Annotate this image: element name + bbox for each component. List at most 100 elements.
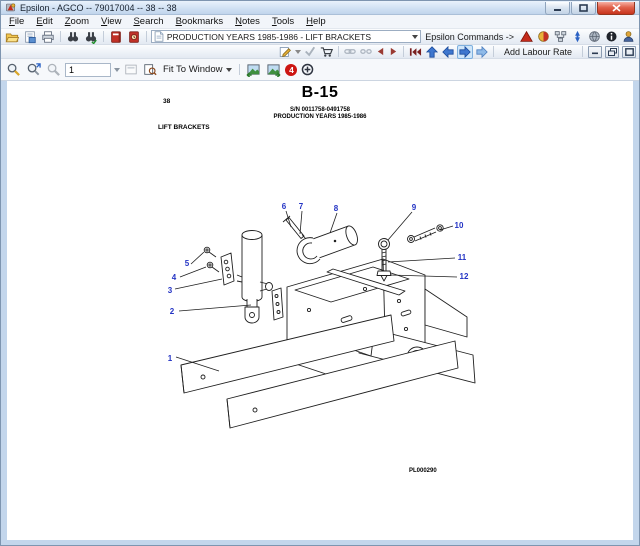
cart-icon[interactable]: [319, 46, 334, 58]
first-page-icon[interactable]: [408, 47, 423, 57]
page-back-icon[interactable]: [441, 46, 455, 58]
window-title: Epsilon - AGCO -- 79017004 -- 38 -- 38: [20, 3, 177, 13]
callout-2[interactable]: 2: [170, 307, 175, 316]
document-selector[interactable]: PRODUCTION YEARS 1985-1986 - LIFT BRACKE…: [151, 30, 421, 43]
menu-edit[interactable]: Edit: [30, 16, 58, 27]
callout-3[interactable]: 3: [168, 286, 173, 295]
alert-triangle-icon[interactable]: [519, 30, 534, 43]
add-labour-rate-button[interactable]: Add Labour Rate: [498, 47, 578, 57]
find-icon[interactable]: [65, 30, 81, 44]
zoom-select-disabled-icon: [45, 62, 62, 77]
link-icon[interactable]: [343, 46, 357, 57]
notes-book-icon[interactable]: [108, 30, 124, 44]
menu-bookmarks[interactable]: Bookmarks: [170, 16, 230, 27]
add-icon[interactable]: [300, 63, 315, 76]
page-dropdown-icon[interactable]: [114, 68, 120, 72]
document-selector-value: PRODUCTION YEARS 1985-1986 - LIFT BRACKE…: [167, 32, 409, 42]
menu-tools[interactable]: Tools: [266, 16, 300, 27]
history-book-icon[interactable]: [126, 30, 142, 44]
open-icon[interactable]: [4, 30, 20, 44]
epsilon-commands-label: Epsilon Commands ->: [425, 32, 514, 42]
mdi-restore-button[interactable]: [605, 46, 619, 58]
zoom-dynamic-icon[interactable]: [25, 62, 42, 77]
main-toolbar: PRODUCTION YEARS 1985-1986 - LIFT BRACKE…: [1, 29, 639, 45]
toolbar-separator: [60, 31, 61, 42]
info-icon[interactable]: [604, 30, 619, 43]
next-red-icon[interactable]: [388, 47, 399, 56]
hierarchy-icon[interactable]: [553, 30, 568, 43]
ref-number: 38: [163, 98, 170, 105]
apply-check-icon[interactable]: [303, 46, 317, 57]
page-forward-icon[interactable]: [457, 45, 473, 59]
image-next-icon[interactable]: [265, 63, 282, 77]
view-toolbar: Fit To Window 4: [1, 59, 639, 81]
notification-badge[interactable]: 4: [285, 64, 297, 76]
page-code: B-15: [7, 84, 633, 102]
toolbar-separator: [493, 46, 494, 57]
app-window: Epsilon - AGCO -- 79017004 -- 38 -- 38 F…: [0, 0, 640, 546]
toolbar-separator: [239, 64, 240, 75]
page-number-input[interactable]: [65, 63, 111, 77]
prev-red-icon[interactable]: [375, 47, 386, 56]
web-browser-icon[interactable]: [587, 30, 602, 43]
callout-7[interactable]: 7: [299, 202, 304, 211]
mdi-minimize-button[interactable]: [588, 46, 602, 58]
toolbar-separator: [146, 31, 147, 42]
export-icon[interactable]: [22, 30, 38, 44]
serial-range: S/N 0011758-0491758: [7, 107, 633, 113]
user-icon[interactable]: [621, 30, 636, 43]
find-again-icon[interactable]: [83, 30, 99, 44]
menu-search[interactable]: Search: [127, 16, 169, 27]
document-page-icon: [154, 31, 164, 42]
view-mode-disabled-icon: [123, 63, 139, 76]
menu-view[interactable]: View: [95, 16, 127, 27]
image-back-icon[interactable]: [245, 63, 262, 77]
callout-8[interactable]: 8: [334, 204, 339, 213]
menu-file[interactable]: File: [3, 16, 30, 27]
menu-zoom[interactable]: Zoom: [59, 16, 95, 27]
production-years: PRODUCTION YEARS 1985-1986: [7, 114, 633, 120]
callout-5[interactable]: 5: [185, 259, 190, 268]
zoom-page-icon[interactable]: [142, 63, 158, 76]
zoom-icon[interactable]: [5, 62, 22, 77]
menu-bar: File Edit Zoom View Search Bookmarks Not…: [1, 15, 639, 29]
transfer-arrows-icon[interactable]: [570, 30, 585, 43]
annotate-dropdown-icon[interactable]: [295, 50, 301, 54]
close-button[interactable]: [597, 2, 635, 15]
document-viewer[interactable]: B-15 38 S/N 0011758-0491758 PRODUCTION Y…: [7, 81, 633, 540]
toolbar-separator: [582, 46, 583, 57]
zoom-mode-select[interactable]: Fit To Window: [161, 64, 234, 75]
menu-notes[interactable]: Notes: [229, 16, 266, 27]
section-title: LIFT BRACKETS: [158, 124, 210, 131]
part-frame-rails: [181, 315, 475, 428]
callout-6[interactable]: 6: [282, 202, 287, 211]
maximize-button[interactable]: [571, 2, 596, 15]
zoom-mode-value: Fit To Window: [163, 64, 222, 75]
annotate-icon[interactable]: [278, 46, 293, 58]
part-bushing: [297, 224, 360, 263]
last-forward-icon[interactable]: [475, 46, 489, 58]
toolbar-separator: [103, 31, 104, 42]
parts-sphere-icon[interactable]: [536, 30, 551, 43]
callout-9[interactable]: 9: [412, 203, 417, 212]
mdi-maximize-button[interactable]: [622, 46, 636, 58]
app-icon: [5, 2, 16, 13]
title-bar: Epsilon - AGCO -- 79017004 -- 38 -- 38: [1, 1, 639, 15]
unlink-icon[interactable]: [359, 46, 373, 57]
callout-12[interactable]: 12: [460, 272, 469, 281]
chevron-down-icon: [412, 35, 418, 39]
minimize-button[interactable]: [545, 2, 570, 15]
callout-4[interactable]: 4: [172, 273, 177, 282]
callout-11[interactable]: 11: [458, 253, 467, 262]
callout-10[interactable]: 10: [455, 221, 464, 230]
part-bolt: [408, 225, 444, 243]
print-icon[interactable]: [40, 30, 56, 44]
page-up-icon[interactable]: [425, 46, 439, 58]
part-pin: [283, 216, 306, 239]
part-cylinder: [237, 231, 273, 324]
parts-diagram: 1 2 3 4 5 6 7 8 9 10 11 12: [159, 189, 489, 479]
menu-help[interactable]: Help: [300, 16, 332, 27]
toolbar-separator: [403, 46, 404, 57]
toolbar-separator: [338, 46, 339, 57]
callout-1[interactable]: 1: [168, 354, 173, 363]
